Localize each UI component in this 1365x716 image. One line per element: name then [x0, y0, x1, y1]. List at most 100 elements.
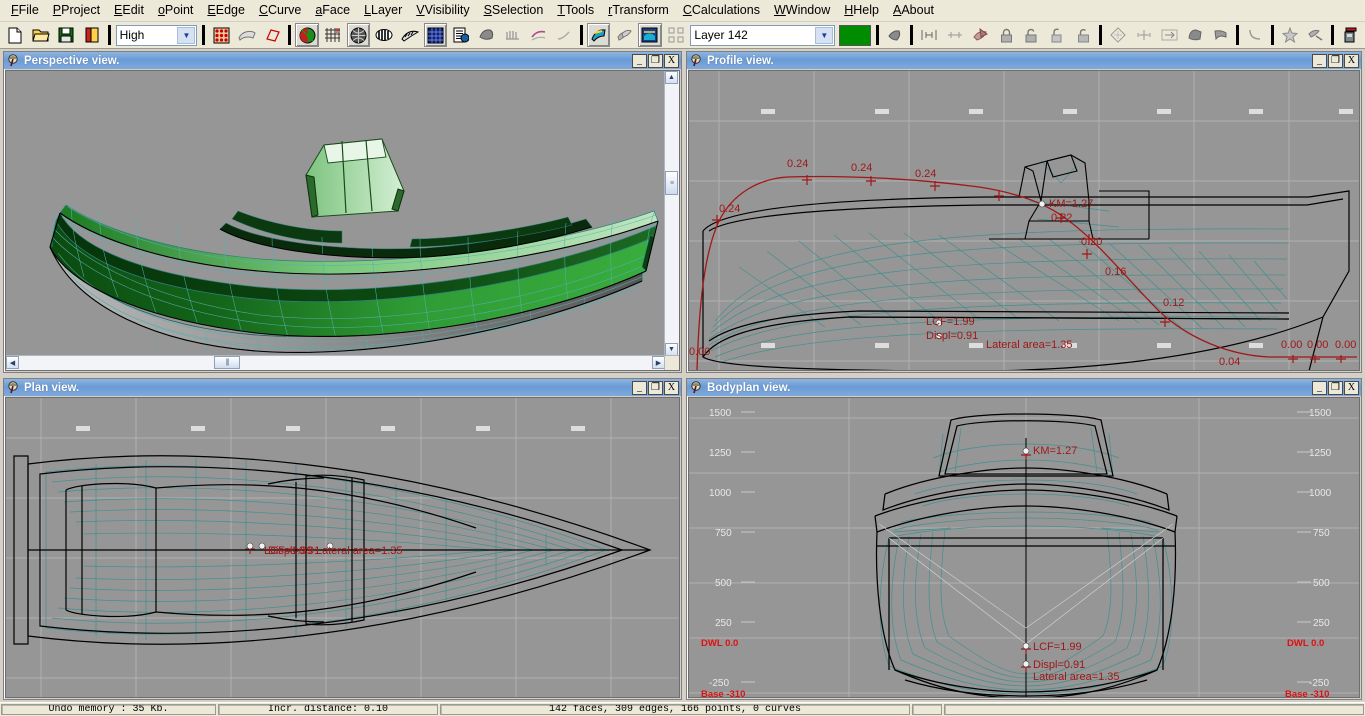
perspective-horizontal-scrollbar[interactable]: ◀ ||| ▶: [6, 355, 665, 370]
menu-layer[interactable]: LLayer: [357, 1, 409, 20]
perspective-view-titlebar[interactable]: Perspective view. _ ❐ X: [4, 52, 681, 69]
unlock-all-2-icon[interactable]: [1071, 23, 1095, 47]
plan-view-pane[interactable]: Plan view. _ ❐ X LCF=1.99 Displ=0.91 Lat…: [3, 378, 682, 700]
toolbar-separator-1: [107, 25, 111, 45]
maximize-button[interactable]: ❐: [648, 380, 663, 395]
stations-icon[interactable]: [475, 23, 499, 47]
maximize-button[interactable]: ❐: [648, 53, 663, 68]
menu-edge[interactable]: EEdge: [200, 1, 252, 20]
bodyplan-view-body[interactable]: 1500 1250 1000 750 500 250 -250 1500 125…: [688, 397, 1360, 698]
control-curves-icon[interactable]: [261, 23, 285, 47]
grid-icon[interactable]: [321, 23, 345, 47]
zebra-icon[interactable]: [372, 23, 396, 47]
insert-plane-icon[interactable]: [943, 23, 967, 47]
open-file-icon[interactable]: [29, 23, 53, 47]
add-point-icon[interactable]: [883, 23, 907, 47]
new-layer-icon[interactable]: [664, 23, 688, 47]
calculate-hydrostatics-icon[interactable]: [449, 23, 473, 47]
minimize-button[interactable]: _: [1312, 380, 1327, 395]
menu-window[interactable]: WWindow: [767, 1, 837, 20]
export-file-icon[interactable]: [80, 23, 104, 47]
menu-transform[interactable]: rTransform: [601, 1, 676, 20]
collapse-point-icon[interactable]: [917, 23, 941, 47]
lock-points-icon[interactable]: [994, 23, 1018, 47]
align-icon[interactable]: [1157, 23, 1181, 47]
layer-color-swatch[interactable]: [839, 24, 871, 46]
bodyplan-tick-500-right: 500: [1313, 578, 1330, 589]
curvature-icon[interactable]: [398, 23, 422, 47]
profile-canvas[interactable]: 0.24 0.24 0.24 0.24 0.22 0.20 0.16 0.12 …: [689, 71, 1359, 370]
plan-canvas[interactable]: LCF=1.99 Displ=0.91 Lateral area=1.35: [6, 398, 679, 697]
menu-visibility[interactable]: VVisibility: [409, 1, 476, 20]
save-file-icon[interactable]: [54, 23, 78, 47]
control-net-icon[interactable]: [209, 23, 233, 47]
scroll-left-button[interactable]: ◀: [6, 356, 19, 369]
close-button[interactable]: X: [664, 53, 679, 68]
menu-edit[interactable]: EEdit: [107, 1, 151, 20]
delete-icon[interactable]: [1278, 23, 1302, 47]
new-file-icon[interactable]: [3, 23, 27, 47]
markers-icon[interactable]: [612, 23, 636, 47]
intersect-layers-icon[interactable]: [1106, 23, 1130, 47]
edge-crease-icon[interactable]: [1304, 23, 1328, 47]
wireframe-icon[interactable]: [423, 23, 448, 47]
perspective-view-body[interactable]: ▲ ≡ ▼ ◀ ||| ▶: [5, 70, 680, 371]
print-icon[interactable]: [1338, 23, 1362, 47]
move-icon[interactable]: [1209, 23, 1233, 47]
profile-view-pane[interactable]: Profile view. _ ❐ X 0.24 0.24 0.24 0.24 …: [686, 51, 1362, 373]
menu-face[interactable]: aFace: [308, 1, 357, 20]
scroll-up-button[interactable]: ▲: [665, 71, 678, 84]
waterlines-icon[interactable]: [526, 23, 550, 47]
menu-point[interactable]: oPoint: [151, 1, 200, 20]
menu-tools[interactable]: TTools: [550, 1, 601, 20]
chevron-down-icon[interactable]: ▼: [177, 26, 196, 44]
close-button[interactable]: X: [1344, 53, 1359, 68]
menu-about[interactable]: AAbout: [886, 1, 941, 20]
menu-calculations[interactable]: CCalculations: [676, 1, 767, 20]
minimize-button[interactable]: _: [632, 53, 647, 68]
viewport-icon: [691, 381, 701, 394]
developability-icon[interactable]: [346, 23, 371, 47]
layer-select[interactable]: Layer 142 ▼: [690, 24, 836, 46]
extrude-edge-icon[interactable]: [969, 23, 993, 47]
chevron-down-icon[interactable]: ▼: [815, 26, 834, 44]
viewport-icon: [691, 54, 701, 67]
bodyplan-view-titlebar[interactable]: Bodyplan view. _ ❐ X: [687, 379, 1361, 396]
close-button[interactable]: X: [664, 380, 679, 395]
menu-file[interactable]: FFile: [4, 1, 46, 20]
unlock-points-icon[interactable]: [1020, 23, 1044, 47]
unlock-all-icon[interactable]: [1046, 23, 1070, 47]
profile-view-body[interactable]: 0.24 0.24 0.24 0.24 0.22 0.20 0.16 0.12 …: [688, 70, 1360, 371]
close-button[interactable]: X: [1344, 380, 1359, 395]
perspective-canvas[interactable]: [6, 71, 679, 370]
flowlines-icon[interactable]: [586, 23, 611, 47]
vertical-scroll-thumb[interactable]: ≡: [665, 171, 678, 195]
plan-view-body[interactable]: LCF=1.99 Displ=0.91 Lateral area=1.35: [5, 397, 680, 698]
profile-view-titlebar[interactable]: Profile view. _ ❐ X: [687, 52, 1361, 69]
perspective-view-title: Perspective view.: [24, 54, 120, 67]
hydrostatics-icon[interactable]: [638, 23, 662, 47]
diagonals-icon[interactable]: [552, 23, 576, 47]
mirror-icon[interactable]: [1132, 23, 1156, 47]
minimize-button[interactable]: _: [632, 380, 647, 395]
menu-selection[interactable]: SSelection: [477, 1, 551, 20]
minimize-button[interactable]: _: [1312, 53, 1327, 68]
perspective-vertical-scrollbar[interactable]: ▲ ≡ ▼: [664, 71, 679, 356]
fit-curve-icon[interactable]: [1243, 23, 1267, 47]
precision-select[interactable]: High ▼: [115, 24, 198, 46]
maximize-button[interactable]: ❐: [1328, 53, 1343, 68]
menu-visibility-label: Visibility: [424, 3, 470, 17]
bodyplan-canvas[interactable]: 1500 1250 1000 750 500 250 -250 1500 125…: [689, 398, 1359, 697]
maximize-button[interactable]: ❐: [1328, 380, 1343, 395]
buttocks-icon[interactable]: [501, 23, 525, 47]
menu-curve[interactable]: CCurve: [252, 1, 308, 20]
rotate-icon[interactable]: [1183, 23, 1207, 47]
menu-project[interactable]: PProject: [46, 1, 107, 20]
shade-icon[interactable]: [295, 23, 320, 47]
interior-edges-icon[interactable]: [235, 23, 259, 47]
plan-view-titlebar[interactable]: Plan view. _ ❐ X: [4, 379, 681, 396]
perspective-view-pane[interactable]: Perspective view. _ ❐ X ▲ ≡ ▼ ◀ ||| ▶: [3, 51, 682, 373]
horizontal-scroll-thumb[interactable]: |||: [214, 356, 240, 369]
menu-help[interactable]: HHelp: [837, 1, 886, 20]
bodyplan-view-pane[interactable]: Bodyplan view. _ ❐ X 1500 1250 1000 750 …: [686, 378, 1362, 700]
